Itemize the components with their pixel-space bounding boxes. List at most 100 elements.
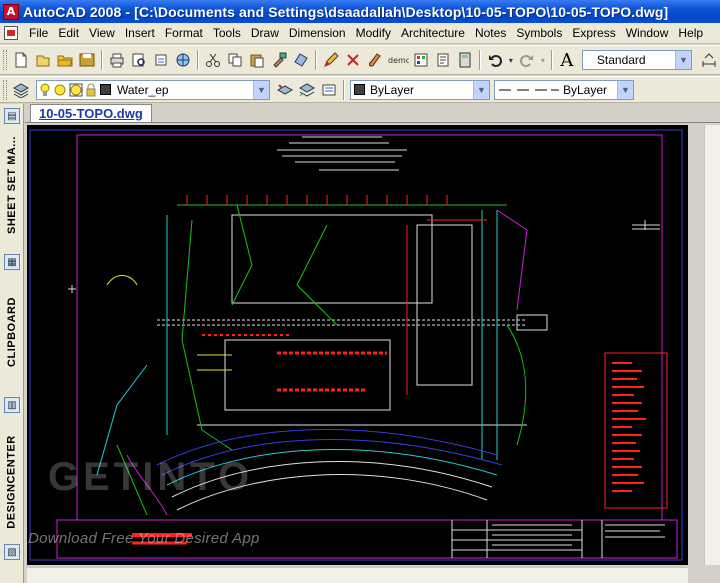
text-style-value: Standard [596, 53, 646, 67]
autocad-app-icon[interactable]: A [3, 3, 19, 20]
ucs-marker [68, 285, 76, 293]
color-value: ByLayer [370, 82, 415, 97]
make-object-layer-current-icon[interactable] [274, 79, 296, 101]
document-tab[interactable]: 10-05-TOPO.dwg [30, 104, 152, 122]
layer-dropdown[interactable]: Water_ep ▼ [36, 79, 270, 100]
sheet-set-icon[interactable]: ▤ [4, 108, 20, 124]
markup-icon[interactable] [342, 49, 364, 71]
horizontal-scrollbar[interactable] [27, 567, 688, 583]
watermark-text: Download Free Your Desired App [28, 530, 260, 547]
dimension-style-icon[interactable] [698, 49, 720, 71]
save-icon[interactable] [76, 49, 98, 71]
layers-toolbar: Water_ep ▼ ByLayer ▼ ByLayer ▼ [0, 76, 720, 103]
layer-states-icon[interactable] [318, 79, 340, 101]
designcenter-icon[interactable]: ▥ [4, 397, 20, 413]
redo-icon[interactable] [516, 49, 538, 71]
undo-icon[interactable] [484, 49, 506, 71]
clipboard-icon[interactable]: ▦ [4, 254, 20, 270]
block-editor-icon[interactable] [290, 49, 312, 71]
layer-previous-icon[interactable] [296, 79, 318, 101]
paste-icon[interactable] [246, 49, 268, 71]
palette-options-icon[interactable]: ▧ [4, 544, 20, 560]
brush-icon[interactable] [364, 49, 386, 71]
linetype-dropdown[interactable]: ByLayer ▼ [494, 79, 634, 100]
match-properties-icon[interactable] [268, 49, 290, 71]
menu-architecture[interactable]: Architecture [396, 24, 470, 43]
text-style-glyph: A [560, 49, 574, 71]
toolbar-grip[interactable] [3, 50, 7, 70]
menu-bar: File Edit View Insert Format Tools Draw … [0, 23, 720, 44]
tool-palettes-icon[interactable] [410, 49, 432, 71]
color-swatch [354, 84, 365, 95]
window-title: AutoCAD 2008 - [C:\Documents and Setting… [23, 3, 669, 20]
menu-symbols[interactable]: Symbols [511, 24, 567, 43]
palette-strip: ▤ SHEET SET MA... ▦ CLIPBOARD ▥ DESIGNCE… [0, 104, 24, 583]
toolbar-separator [100, 50, 103, 70]
menu-file[interactable]: File [24, 24, 53, 43]
plot-preview-icon[interactable] [128, 49, 150, 71]
menu-view[interactable]: View [84, 24, 120, 43]
cut-icon[interactable] [202, 49, 224, 71]
standard-toolbar: demo ▾ ▾ A Standard ▼ [0, 45, 720, 75]
map-title-block [277, 136, 407, 171]
undo-dropdown-icon[interactable]: ▾ [506, 49, 516, 71]
toolbar-grip[interactable] [3, 79, 7, 100]
publish-icon[interactable] [150, 49, 172, 71]
layer-color-swatch [100, 84, 111, 95]
properties-icon[interactable] [432, 49, 454, 71]
plot-icon[interactable] [106, 49, 128, 71]
title-bar[interactable]: A AutoCAD 2008 - [C:\Documents and Setti… [0, 0, 720, 23]
designcenter-tab[interactable]: DESIGNCENTER [2, 422, 22, 542]
sun-icon[interactable] [53, 83, 67, 97]
text-style-dropdown[interactable]: Standard ▼ [581, 50, 692, 70]
pencil-icon[interactable] [320, 49, 342, 71]
current-layer-name: Water_ep [117, 82, 169, 97]
toolbar-separator [550, 50, 553, 70]
chevron-down-icon[interactable]: ▼ [617, 80, 633, 99]
open-folder-icon[interactable] [54, 49, 76, 71]
toolbar-separator [343, 79, 345, 100]
chevron-down-icon[interactable]: ▼ [253, 80, 269, 99]
copy-icon[interactable] [224, 49, 246, 71]
chevron-down-icon[interactable]: ▼ [675, 51, 691, 69]
svg-text:demo: demo [388, 56, 409, 65]
menu-tools[interactable]: Tools [208, 24, 246, 43]
menu-notes[interactable]: Notes [470, 24, 511, 43]
calculator-icon[interactable] [454, 49, 476, 71]
title-block-content [451, 520, 665, 558]
new-file-icon[interactable] [10, 49, 32, 71]
menu-modify[interactable]: Modify [351, 24, 396, 43]
color-dropdown[interactable]: ByLayer ▼ [350, 79, 490, 100]
toolbar-separator [196, 50, 199, 70]
legend-box [604, 352, 668, 509]
menu-help[interactable]: Help [673, 24, 708, 43]
lock-icon[interactable] [85, 83, 97, 97]
menu-edit[interactable]: Edit [53, 24, 84, 43]
chevron-down-icon[interactable]: ▼ [473, 80, 489, 99]
menu-dimension[interactable]: Dimension [284, 24, 351, 43]
vertical-scrollbar[interactable] [704, 125, 720, 565]
text-style-icon[interactable]: A [556, 49, 578, 71]
menu-express[interactable]: Express [567, 24, 620, 43]
menu-format[interactable]: Format [160, 24, 208, 43]
watermark-logo: GETINTO [48, 455, 254, 499]
3d-dwf-icon[interactable] [172, 49, 194, 71]
menu-insert[interactable]: Insert [120, 24, 160, 43]
linetype-value: ByLayer [563, 82, 608, 97]
demo-icon[interactable]: demo [386, 49, 410, 71]
layer-manager-icon[interactable] [10, 79, 32, 101]
sheet-set-manager-label: SHEET SET MA... [6, 136, 18, 234]
north-arrow [632, 220, 660, 230]
lightbulb-icon[interactable] [39, 83, 51, 97]
qnew-icon[interactable] [32, 49, 54, 71]
sun-viewport-icon[interactable] [69, 83, 83, 97]
redo-dropdown-icon[interactable]: ▾ [538, 49, 548, 71]
sheet-set-manager-tab[interactable]: SHEET SET MA... [2, 126, 22, 244]
drawing-area [25, 122, 720, 583]
designcenter-label: DESIGNCENTER [6, 435, 18, 529]
document-icon[interactable] [4, 26, 18, 40]
autocad-window: A AutoCAD 2008 - [C:\Documents and Setti… [0, 0, 720, 583]
menu-draw[interactable]: Draw [246, 24, 284, 43]
clipboard-tab[interactable]: CLIPBOARD [2, 282, 22, 382]
menu-window[interactable]: Window [621, 24, 674, 43]
